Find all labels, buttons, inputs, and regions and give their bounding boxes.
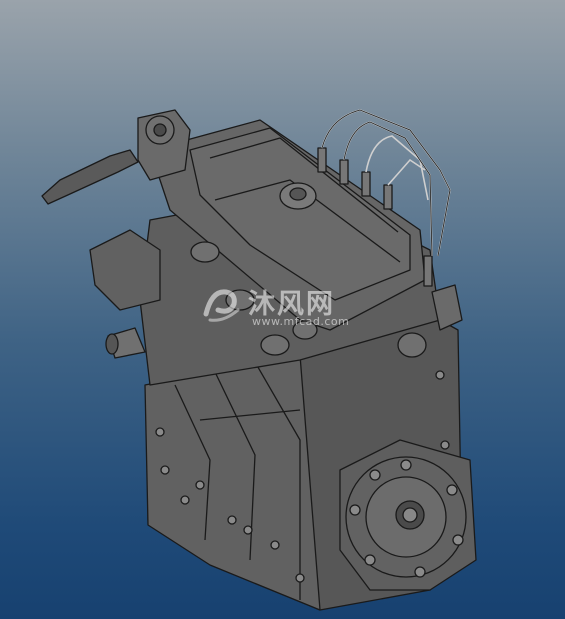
intake-port bbox=[190, 241, 220, 263]
cad-viewport[interactable]: 沐风网 www.mfcad.com bbox=[0, 0, 565, 619]
intake-port bbox=[260, 334, 290, 356]
block-front-face bbox=[144, 354, 321, 611]
intake-port bbox=[225, 289, 255, 311]
mounting-bracket-arm bbox=[41, 149, 139, 205]
oil-filler-cap-inner bbox=[289, 187, 307, 201]
intake-port bbox=[397, 332, 427, 358]
intake-port bbox=[292, 320, 318, 340]
engine-block-model[interactable] bbox=[0, 0, 565, 619]
